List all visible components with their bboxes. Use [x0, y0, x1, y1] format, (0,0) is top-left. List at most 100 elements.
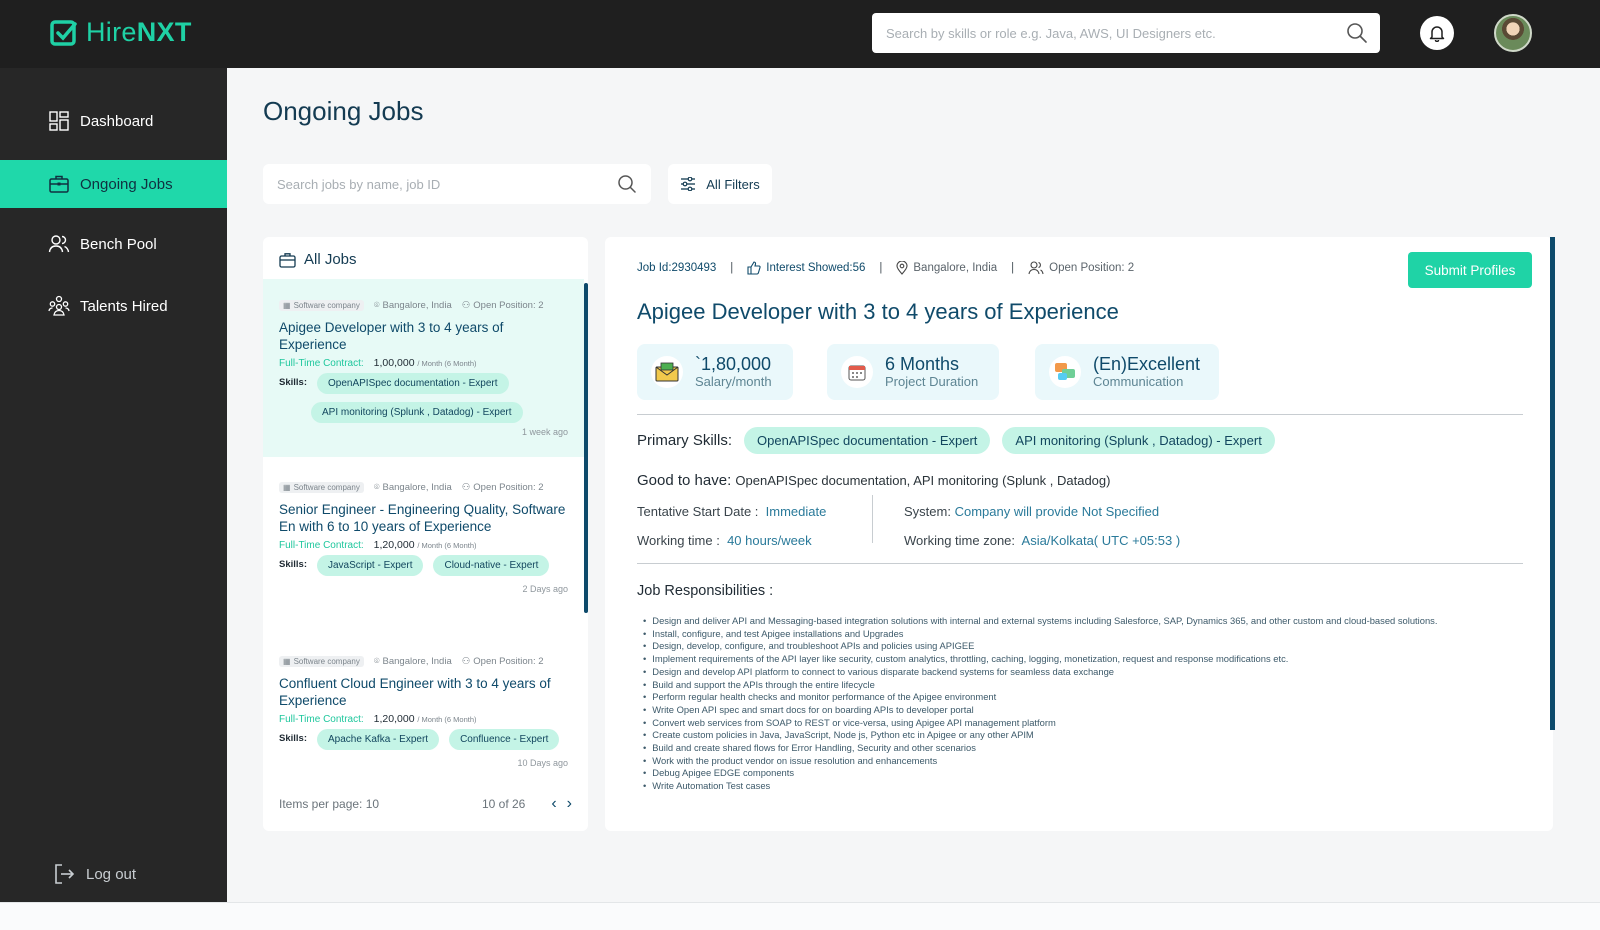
list-item: Build and create shared flows for Error …: [643, 742, 1437, 755]
skill-pill: Cloud-native - Expert: [433, 555, 550, 576]
job-search-input[interactable]: [263, 164, 651, 204]
salary-unit: / Month (6 Month): [417, 359, 477, 368]
contract-label: Full-Time Contract:: [279, 714, 364, 725]
pagination: Items per page: 10 10 of 26 ‹ ›: [279, 795, 572, 813]
timezone-value: Asia/Kolkata( UTC +05:53 ): [1021, 533, 1181, 548]
system: System: Company will provide Not Specifi…: [904, 504, 1159, 519]
company-chip: ▦ Software company: [279, 299, 364, 311]
detail-scrollbar[interactable]: [1550, 237, 1555, 730]
all-filters-label: All Filters: [706, 176, 760, 192]
list-item: Debug Apigee EDGE components: [643, 767, 1437, 780]
primary-skills-label: Primary Skills:: [637, 432, 733, 449]
job-list-title: All Jobs: [304, 251, 357, 268]
location-pin-icon: ⌾: [373, 481, 380, 493]
building-icon: ▦: [283, 300, 291, 310]
company-chip: ▦ Software company: [279, 481, 364, 493]
prev-page-button[interactable]: ‹: [551, 795, 556, 813]
logo-icon: [50, 19, 77, 46]
avatar[interactable]: [1494, 14, 1532, 52]
next-page-button[interactable]: ›: [567, 795, 572, 813]
job-card-contract: Full-Time Contract: 1,00,000 / Month (6 …: [279, 357, 568, 369]
sidebar-item-ongoing-jobs[interactable]: Ongoing Jobs: [0, 160, 227, 208]
search-icon[interactable]: [1346, 22, 1368, 44]
building-icon: ▦: [283, 656, 291, 666]
top-bar: HireNXT: [0, 0, 1600, 68]
skill-pill: OpenAPISpec documentation - Expert: [317, 373, 509, 394]
vertical-divider: [872, 495, 873, 543]
skills-label: Skills:: [279, 559, 307, 570]
global-search: [872, 13, 1380, 53]
open-positions: ⚇ Open Position: 2: [462, 300, 544, 311]
primary-skill-pill: OpenAPISpec documentation - Expert: [744, 427, 991, 454]
job-detail-title: Apigee Developer with 3 to 4 years of Ex…: [637, 299, 1119, 324]
sidebar: Dashboard Ongoing Jobs Bench Pool Talent…: [0, 68, 227, 902]
duration-value: 6 Months: [885, 354, 960, 374]
job-card-meta: ▦ Software company ⌾ Bangalore, India ⚇ Ope…: [279, 479, 568, 495]
working-time: Working time : 40 hours/week: [637, 533, 812, 548]
job-card-skills: Skills: JavaScript - Expert Cloud-native…: [279, 555, 568, 576]
job-card[interactable]: ▦ Software company ⌾ Bangalore, India ⚇ Ope…: [263, 279, 584, 457]
working-time-zone: Working time zone: Asia/Kolkata( UTC +05…: [904, 533, 1180, 548]
working-time-value: 40 hours/week: [727, 533, 812, 548]
users-icon: ⚇: [461, 655, 471, 667]
items-per-page[interactable]: Items per page: 10: [279, 797, 379, 811]
sidebar-item-dashboard[interactable]: Dashboard: [0, 97, 227, 145]
search-icon[interactable]: [617, 174, 637, 194]
working-time-label: Working time :: [637, 533, 720, 548]
interest-label: Interest Showed:56: [766, 262, 866, 274]
users-icon: ⚇: [461, 481, 471, 493]
job-detail-meta: Job Id:2930493 | Interest Showed:56 | Ba…: [637, 261, 1134, 275]
submit-profiles-button[interactable]: Submit Profiles: [1408, 252, 1532, 288]
interest-showed: Interest Showed:56: [747, 261, 865, 275]
location-label: Bangalore, India: [382, 655, 452, 667]
good-to-have-label: Good to have:: [637, 472, 732, 489]
salary-unit: / Month (6 Month): [417, 715, 477, 724]
notifications-button[interactable]: [1420, 16, 1454, 50]
job-card[interactable]: ▦ Software company ⌾ Bangalore, India ⚇ Ope…: [263, 647, 584, 787]
job-id: Job Id:2930493: [637, 262, 717, 274]
duration-label: Project Duration: [885, 374, 979, 389]
users-icon: [48, 235, 70, 253]
good-to-have-value: OpenAPISpec documentation, API monitorin…: [735, 473, 1111, 488]
sidebar-item-label: Bench Pool: [80, 235, 157, 253]
responsibilities-heading: Job Responsibilities :: [637, 583, 774, 599]
salary: 1,20,000: [373, 539, 415, 551]
chat-icon: [1049, 356, 1081, 388]
salary: 1,00,000: [373, 357, 415, 369]
job-list-heading: All Jobs: [279, 251, 357, 268]
salary-stat: `1,80,000 Salary/month: [637, 344, 793, 400]
logout-button[interactable]: Log out: [52, 862, 136, 886]
logo[interactable]: HireNXT: [50, 17, 192, 48]
list-item: Convert web services from SOAP to REST o…: [643, 717, 1437, 730]
team-icon: [48, 295, 70, 316]
company-label: Software company: [293, 300, 360, 310]
bell-icon: [1429, 26, 1445, 42]
open-positions-label: Open Position: 2: [1049, 262, 1135, 274]
company-chip: ▦ Software company: [279, 655, 364, 667]
all-filters-button[interactable]: All Filters: [668, 164, 772, 204]
job-card[interactable]: ▦ Software company ⌾ Bangalore, India ⚇ Ope…: [263, 473, 584, 633]
salary-value: `1,80,000: [695, 354, 772, 374]
meta-separator: |: [730, 262, 734, 274]
job-card-meta: ▦ Software company ⌾ Bangalore, India ⚇ Ope…: [279, 297, 568, 313]
sidebar-item-talents-hired[interactable]: Talents Hired: [0, 282, 227, 330]
meta-separator: |: [1011, 262, 1015, 274]
skills-label: Skills:: [279, 377, 307, 388]
briefcase-icon: [279, 252, 296, 268]
job-list-scrollbar[interactable]: [584, 283, 588, 613]
contract-label: Full-Time Contract:: [279, 540, 364, 551]
job-card-contract: Full-Time Contract: 1,20,000 / Month (6 …: [279, 713, 568, 725]
sidebar-item-label: Talents Hired: [80, 297, 168, 315]
thumbs-up-icon: [747, 261, 761, 275]
open-positions-label: Open Position: 2: [473, 481, 544, 493]
sidebar-item-bench-pool[interactable]: Bench Pool: [0, 220, 227, 268]
location-label: Bangalore, India: [913, 262, 998, 274]
communication-label: Communication: [1093, 374, 1184, 389]
page-count: 10 of 26: [481, 797, 526, 811]
global-search-input[interactable]: [872, 13, 1380, 53]
communication-value: (En)Excellent: [1093, 354, 1201, 374]
contract-label: Full-Time Contract:: [279, 358, 364, 369]
open-positions: ⚇ Open Position: 2: [462, 482, 544, 493]
users-icon: [1028, 261, 1044, 275]
sidebar-item-label: Dashboard: [80, 112, 154, 130]
